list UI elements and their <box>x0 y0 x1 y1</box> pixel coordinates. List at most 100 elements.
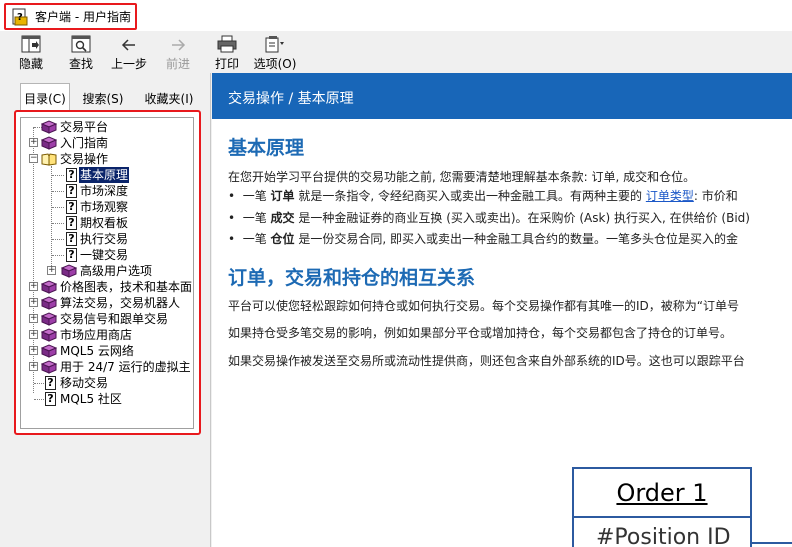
term-order: 订单 <box>270 189 295 203</box>
expand-icon[interactable]: + <box>47 266 56 275</box>
tree-item-label: 算法交易，交易机器人 <box>60 296 181 310</box>
tree-item-option-board[interactable]: ? 期权看板 <box>21 215 193 231</box>
open-book-icon <box>41 151 57 167</box>
text: 就是一条指令, 令经纪商买入或卖出一种金融工具。有两种主要的 <box>294 189 646 203</box>
expand-icon[interactable]: + <box>29 330 38 339</box>
help-page-icon: ? <box>63 199 79 215</box>
tree-item-label: 基本原理 <box>79 167 130 183</box>
tab-favorites[interactable]: 收藏夹(I) <box>136 87 202 109</box>
breadcrumb: 交易操作 / 基本原理 <box>212 73 792 119</box>
help-page-icon: ? <box>42 391 58 407</box>
tree-item-community[interactable]: ? MQL5 社区 <box>21 391 193 407</box>
contents-tree-highlight: 交易平台 + 入门指南 − 交易操作 ? 基本原理 ? 市场深度 ? 市场观察 … <box>14 110 201 435</box>
hide-pane-icon <box>21 35 41 53</box>
expand-icon[interactable]: + <box>29 362 38 371</box>
back-button[interactable]: 上一步 <box>108 33 150 71</box>
order-position-field: #Position ID <box>596 525 731 547</box>
tree-item-label: 价格图表，技术和基本面 <box>60 280 193 294</box>
text: : 市价和 <box>693 189 738 203</box>
tree-item-algo-trading[interactable]: + 算法交易，交易机器人 <box>21 295 193 311</box>
page-title: 基本原理 <box>228 137 305 159</box>
svg-text:?: ? <box>17 12 23 23</box>
tree-item-label: 交易平台 <box>60 120 109 134</box>
tab-contents[interactable]: 目录(C) <box>20 83 70 110</box>
text: 一笔 <box>242 232 271 246</box>
text: 是一份交易合同, 即买入或卖出一种金融工具合约的数量。一笔多头仓位是买入的金 <box>294 232 739 246</box>
print-button[interactable]: 打印 <box>211 33 243 71</box>
tree-item-market-watch[interactable]: ? 市场观察 <box>21 199 193 215</box>
tab-search[interactable]: 搜索(S) <box>78 87 128 109</box>
paragraph-tracking: 平台可以使您轻松跟踪如何持仓或如何执行交易。每个交易操作都有其唯一的ID，被称为… <box>228 299 739 313</box>
diagram-connector <box>752 542 792 544</box>
expand-icon[interactable]: + <box>29 138 38 147</box>
book-icon <box>41 135 57 151</box>
tree-item-label: 用于 24/7 运行的虚拟主 <box>60 360 191 374</box>
options-icon <box>265 36 284 53</box>
tree-item-cloud-network[interactable]: + MQL5 云网络 <box>21 343 193 359</box>
nav-tabs: 目录(C) 搜索(S) 收藏夹(I) <box>16 83 208 110</box>
term-deal: 成交 <box>270 211 295 225</box>
back-arrow-icon <box>121 39 135 51</box>
hide-label: 隐藏 <box>18 57 43 71</box>
options-button[interactable]: 选项(O) <box>252 33 298 71</box>
window-title-box: ? 客户端 - 用户指南 <box>4 3 137 30</box>
back-label: 上一步 <box>110 57 147 71</box>
tree-item-charts[interactable]: + 价格图表，技术和基本面 <box>21 279 193 295</box>
tree-item-label: 期权看板 <box>80 216 129 230</box>
help-app-icon: ? <box>11 8 29 26</box>
book-icon <box>41 119 57 135</box>
toolbar: 隐藏 查找 上一步 前进 打印 选项(O) <box>0 31 792 73</box>
find-icon <box>71 35 91 53</box>
tree-item-label: 执行交易 <box>80 232 129 246</box>
tree-item-virtual-hosting[interactable]: + 用于 24/7 运行的虚拟主 <box>21 359 193 375</box>
paragraph-external: 如果交易操作被发送至交易所或流动性提供商，则还包含来自外部系统的ID号。这也可以… <box>228 354 745 368</box>
book-icon <box>41 311 57 327</box>
find-button[interactable]: 查找 <box>64 33 98 71</box>
tree-item-trading-operations[interactable]: − 交易操作 <box>21 151 193 167</box>
forward-button[interactable]: 前进 <box>162 33 194 71</box>
help-page-icon: ? <box>63 167 79 183</box>
print-label: 打印 <box>214 57 239 71</box>
help-page-icon: ? <box>63 215 79 231</box>
tree-item-trading-platform[interactable]: 交易平台 <box>21 119 193 135</box>
navigation-pane: 目录(C) 搜索(S) 收藏夹(I) 交易平台 + 入门指南 − 交易操作 ? … <box>0 73 211 547</box>
tree-item-market-depth[interactable]: ? 市场深度 <box>21 183 193 199</box>
printer-icon <box>217 35 237 53</box>
tree-item-getting-started[interactable]: + 入门指南 <box>21 135 193 151</box>
order-types-link[interactable]: 订单类型 <box>646 189 694 203</box>
tree-item-market[interactable]: + 市场应用商店 <box>21 327 193 343</box>
book-icon <box>41 327 57 343</box>
tree-item-label: 市场观察 <box>80 200 129 214</box>
text: 一笔 <box>242 211 271 225</box>
forward-label: 前进 <box>165 57 190 71</box>
bullet-order: • 一笔 订单 就是一条指令, 令经纪商买入或卖出一种金融工具。有两种主要的 订… <box>228 189 738 203</box>
tree-item-execute-trades[interactable]: ? 执行交易 <box>21 231 193 247</box>
section-heading: 订单，交易和持仓的相互关系 <box>228 267 476 289</box>
expand-icon[interactable]: + <box>29 282 38 291</box>
text: 是一种金融证券的商业互换 (买入或卖出)。在采购价 (Ask) 执行买入, 在供… <box>294 211 750 225</box>
tree-item-advanced-options[interactable]: + 高级用户选项 <box>21 263 193 279</box>
tree-item-label: 移动交易 <box>60 376 109 390</box>
order-title: Order 1 <box>574 469 750 518</box>
help-window: ? 客户端 - 用户指南 隐藏 查找 上一步 前进 打印 选项(O) 目录(C)… <box>0 0 792 547</box>
expand-icon[interactable]: + <box>29 346 38 355</box>
expand-icon[interactable]: + <box>29 314 38 323</box>
paragraph-partial: 如果持仓受多笔交易的影响，例如如果部分平仓或增加持仓，每个交易都包含了持仓的订单… <box>228 326 733 340</box>
tree-item-mobile-trading[interactable]: ? 移动交易 <box>21 375 193 391</box>
tree-item-label: 入门指南 <box>60 136 109 150</box>
bullet-position: • 一笔 仓位 是一份交易合同, 即买入或卖出一种金融工具合约的数量。一笔多头仓… <box>228 232 739 246</box>
book-icon <box>41 279 57 295</box>
order-title-text: Order 1 <box>616 479 708 507</box>
tree-item-signals[interactable]: + 交易信号和跟单交易 <box>21 311 193 327</box>
collapse-icon[interactable]: − <box>29 154 38 163</box>
book-icon <box>41 343 57 359</box>
hide-button[interactable]: 隐藏 <box>14 33 48 71</box>
tree-item-basic-principles[interactable]: ? 基本原理 <box>21 167 193 183</box>
text: 一笔 <box>242 189 271 203</box>
book-icon <box>41 359 57 375</box>
tree-item-one-click-trading[interactable]: ? 一键交易 <box>21 247 193 263</box>
content-pane: 交易操作 / 基本原理 基本原理 在您开始学习平台提供的交易功能之前, 您需要清… <box>212 73 792 547</box>
tree-item-label: 高级用户选项 <box>80 264 153 278</box>
tree-item-label: 交易操作 <box>60 152 109 166</box>
expand-icon[interactable]: + <box>29 298 38 307</box>
